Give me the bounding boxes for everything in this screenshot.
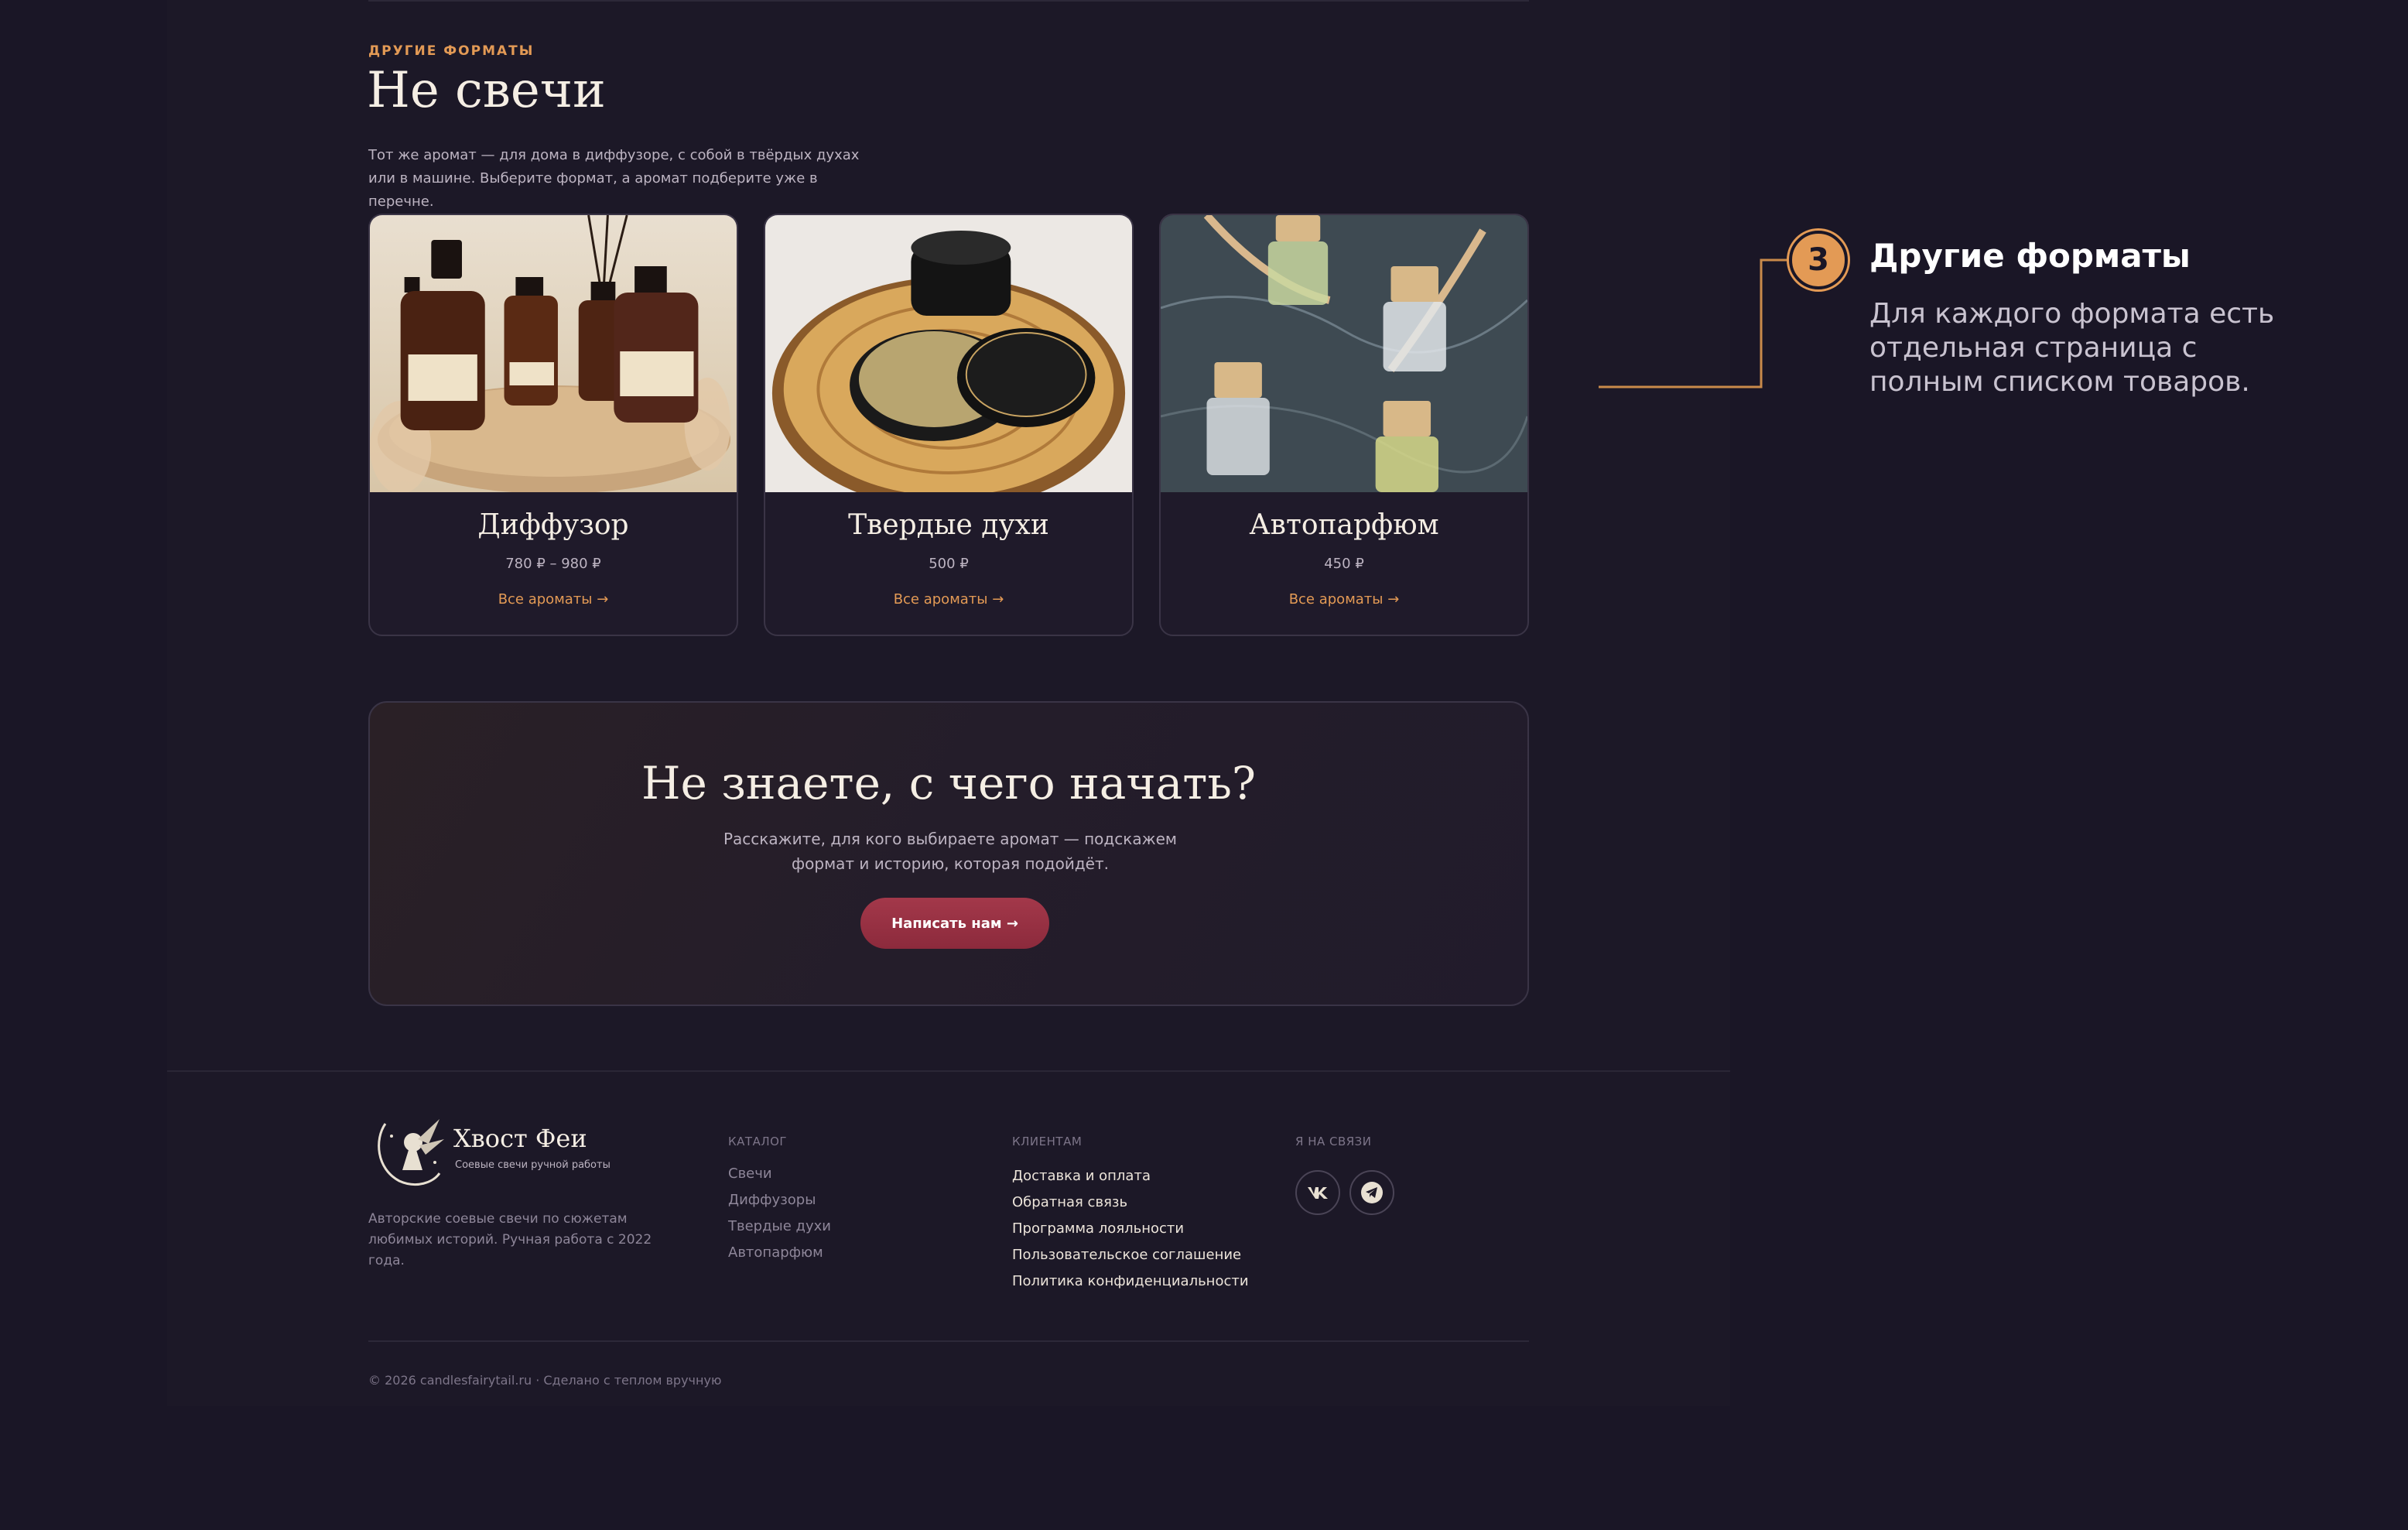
brand-tagline: Соевые свечи ручной работы — [455, 1159, 611, 1171]
footer-link-candles[interactable]: Свечи — [728, 1161, 831, 1187]
annotation-connector — [1599, 258, 1792, 388]
footer-catalog-list: Свечи Диффузоры Твердые духи Автопарфюм — [728, 1161, 831, 1266]
card-price: 780 ₽ – 980 ₽ — [505, 556, 601, 572]
solid-perfume-image — [765, 215, 1132, 492]
annotation-title: Другие форматы — [1869, 237, 2191, 275]
footer-catalog-heading: КАТАЛОГ — [728, 1135, 788, 1148]
cta-title: Не знаете, с чего начать? — [641, 757, 1257, 809]
annotation-number-badge: 3 — [1789, 231, 1848, 289]
footer-link-car-perfume[interactable]: Автопарфюм — [728, 1240, 831, 1266]
fairy-logo-icon — [378, 1119, 444, 1186]
page-content: ДРУГИЕ ФОРМАТЫ Не свечи Тот же аромат — … — [167, 0, 1730, 1406]
card-link-all-aromas[interactable]: Все ароматы → — [370, 591, 737, 608]
format-card-solid-perfume[interactable]: Твердые духи 500 ₽ Все ароматы → — [764, 214, 1134, 636]
format-card-diffuser[interactable]: Диффузор 780 ₽ – 980 ₽ Все ароматы → — [368, 214, 738, 636]
card-title: Автопарфюм — [1249, 509, 1439, 541]
brand-name: Хвост Феи — [453, 1124, 587, 1153]
cta-panel: Не знаете, с чего начать? Расскажите, дл… — [368, 701, 1529, 1006]
card-link-all-aromas[interactable]: Все ароматы → — [1161, 591, 1527, 608]
footer-link-diffusers[interactable]: Диффузоры — [728, 1187, 831, 1213]
footer-link-loyalty[interactable]: Программа лояльности — [1012, 1216, 1249, 1242]
top-divider — [368, 0, 1529, 2]
cta-text: Расскажите, для кого выбираете аромат — … — [723, 830, 1177, 873]
footer-link-feedback[interactable]: Обратная связь — [1012, 1189, 1249, 1216]
footer-contact-heading: Я НА СВЯЗИ — [1295, 1135, 1372, 1148]
footer-link-solid-perfume[interactable]: Твердые духи — [728, 1213, 831, 1240]
annotation-text: Для каждого формата есть отдельная стран… — [1869, 298, 2275, 398]
car-perfume-image — [1161, 215, 1527, 492]
footer-clients-list: Доставка и оплата Обратная связь Програм… — [1012, 1163, 1249, 1295]
copyright: © 2026 candlesfairytail.ru · Сделано с т… — [368, 1373, 722, 1388]
card-price: 500 ₽ — [929, 556, 969, 572]
footer-link-user-agreement[interactable]: Пользовательское соглашение — [1012, 1242, 1249, 1268]
write-us-button[interactable]: Написать нам → — [860, 898, 1049, 949]
bottom-divider — [368, 1340, 1529, 1342]
footer-clients-heading: КЛИЕНТАМ — [1012, 1135, 1083, 1148]
card-title: Твердые духи — [848, 509, 1049, 541]
footer-link-privacy-policy[interactable]: Политика конфиденциальности — [1012, 1268, 1249, 1295]
footer-link-delivery[interactable]: Доставка и оплата — [1012, 1163, 1249, 1189]
section-lead: Тот же аромат — для дома в диффузоре, с … — [368, 147, 860, 210]
brand-description: Авторские соевые свечи по сюжетам любимы… — [368, 1211, 652, 1268]
vk-icon[interactable] — [1295, 1170, 1340, 1215]
section-title: Не свечи — [367, 62, 606, 119]
diffuser-image — [370, 215, 737, 492]
telegram-icon[interactable] — [1349, 1170, 1394, 1215]
section-eyebrow: ДРУГИЕ ФОРМАТЫ — [368, 43, 535, 59]
card-link-all-aromas[interactable]: Все ароматы → — [765, 591, 1132, 608]
card-title: Диффузор — [477, 509, 629, 541]
card-price: 450 ₽ — [1324, 556, 1364, 572]
format-card-car-perfume[interactable]: Автопарфюм 450 ₽ Все ароматы → — [1159, 214, 1529, 636]
footer-divider — [167, 1070, 1730, 1072]
